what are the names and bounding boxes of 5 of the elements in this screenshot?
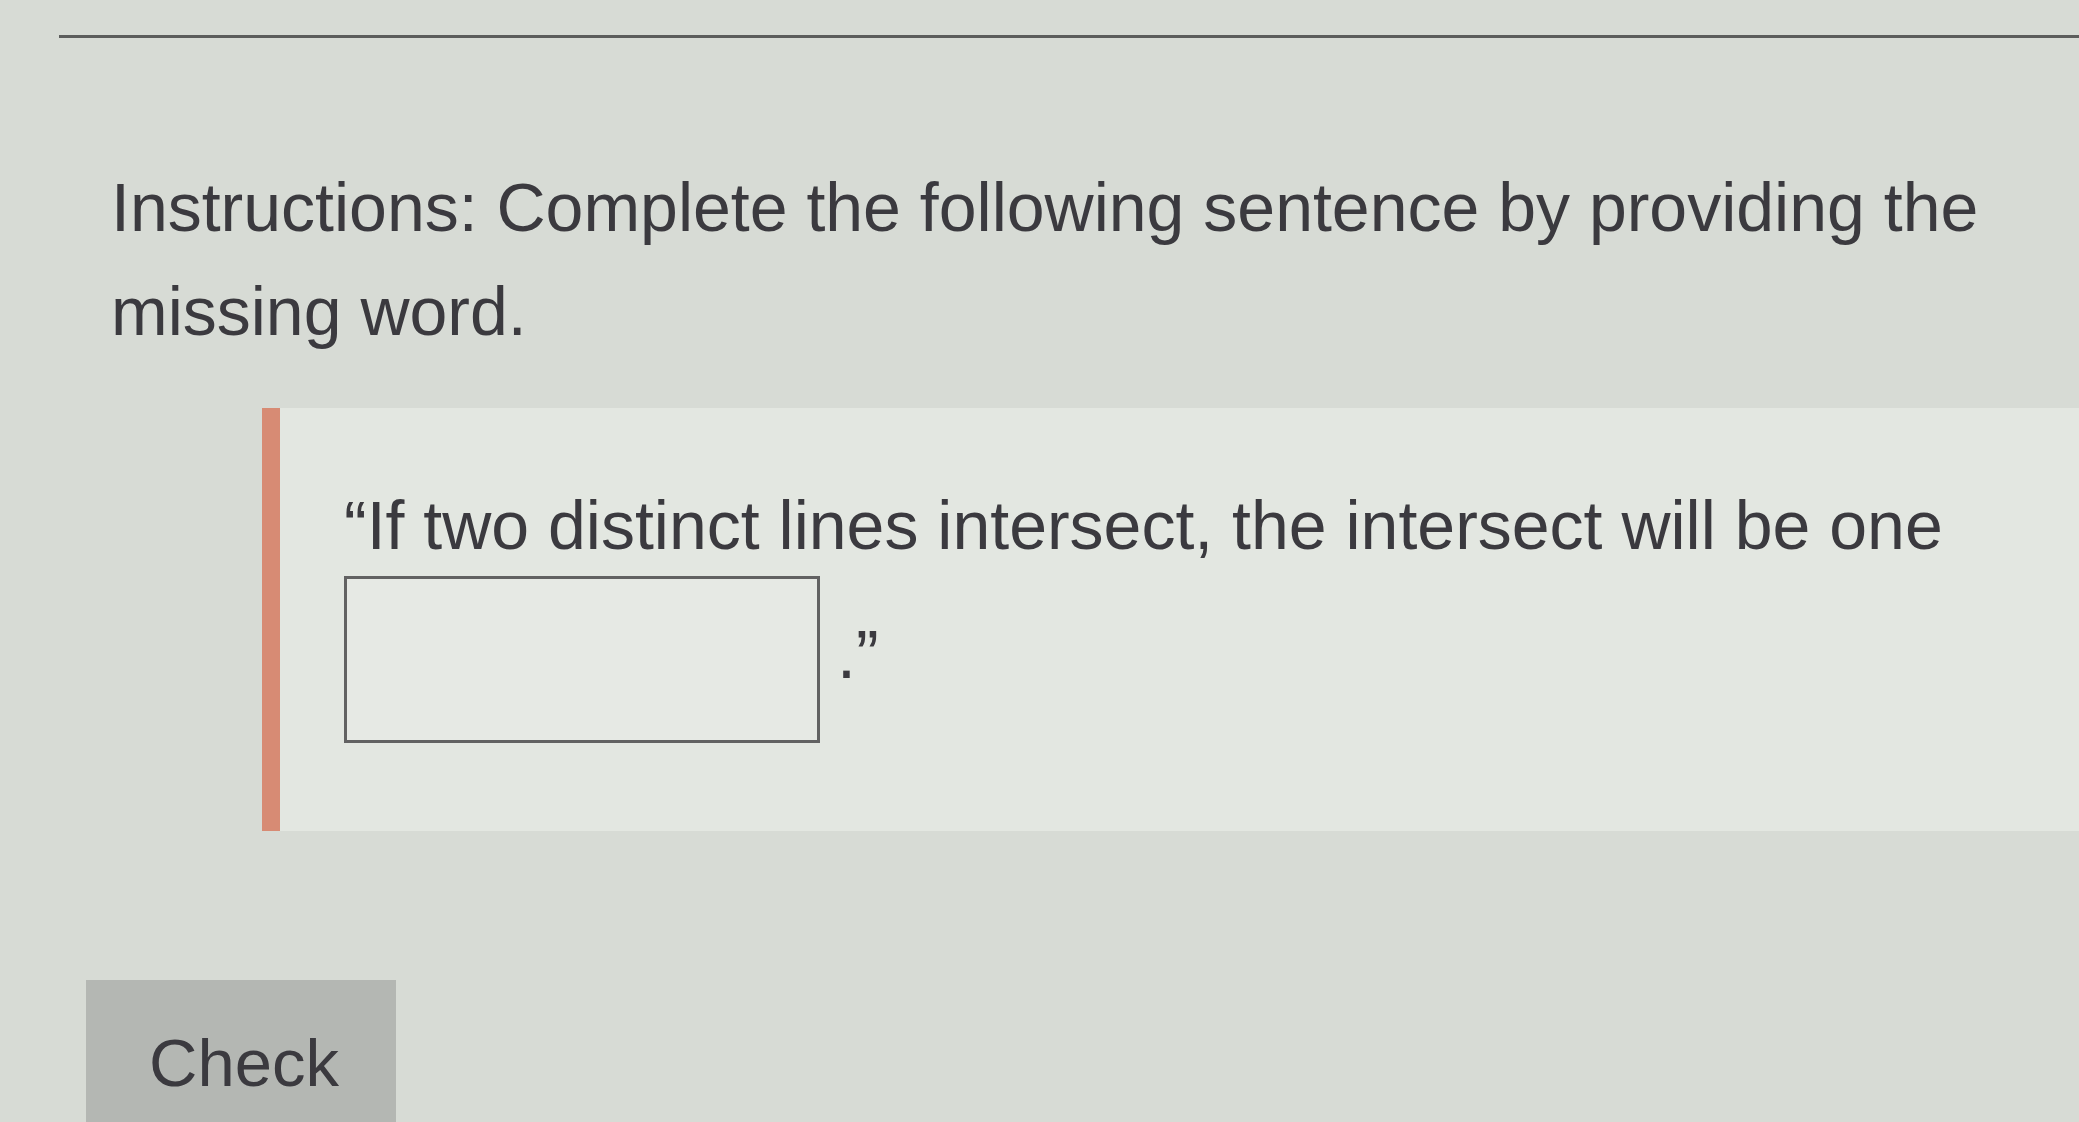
answer-field[interactable] — [344, 576, 820, 743]
sentence-text: “If two distinct lines intersect, the intersect will be one — [344, 486, 1943, 564]
instructions-text: Instructions: Complete the following sentence by providing the missing word. — [110, 168, 1980, 351]
sentence-text: .” — [837, 614, 879, 693]
check-button[interactable]: Check — [86, 980, 396, 1122]
